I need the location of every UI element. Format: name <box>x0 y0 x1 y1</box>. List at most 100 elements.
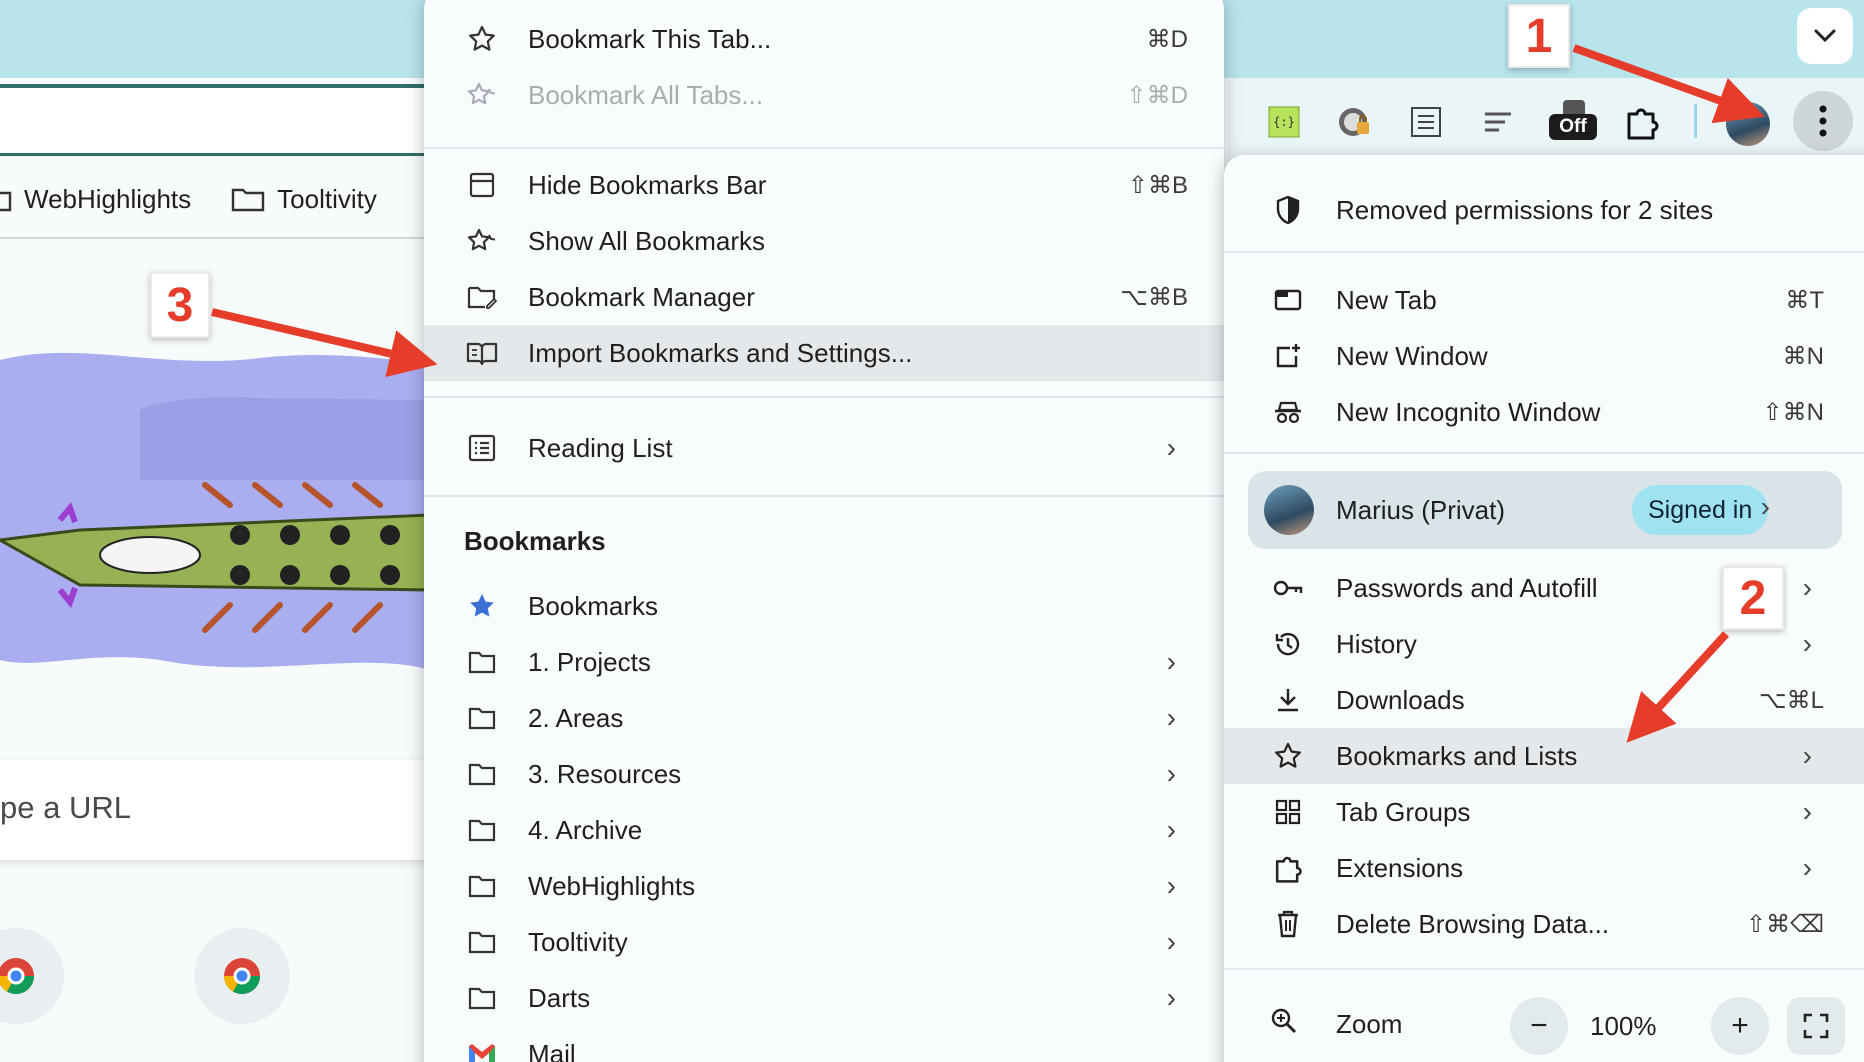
chrome-icon <box>0 958 35 995</box>
new-incognito-window-item[interactable]: New Incognito Window ⇧⌘N <box>1224 384 1864 440</box>
chevron-right-icon: › <box>1166 926 1176 957</box>
menu-label: Tooltivity <box>528 926 628 957</box>
svg-text:{:}: {:} <box>1273 115 1295 129</box>
menu-divider <box>424 147 1224 149</box>
search-box[interactable]: pe a URL <box>0 760 430 860</box>
menu-label: Show All Bookmarks <box>528 225 765 256</box>
bookmark-folder-item[interactable]: Tooltivity › <box>424 914 1224 970</box>
folder-icon <box>464 756 500 792</box>
bookmark-this-tab-item[interactable]: Bookmark This Tab... ⌘D <box>424 11 1224 67</box>
shortcut-tile[interactable] <box>194 928 290 1024</box>
google-doodle[interactable] <box>0 340 430 690</box>
zoom-value: 100% <box>1590 1011 1657 1041</box>
bookmark-folder-item[interactable]: 1. Projects › <box>424 634 1224 690</box>
permissions-item[interactable]: Removed permissions for 2 sites <box>1224 182 1864 238</box>
new-window-icon <box>1270 338 1306 374</box>
bookmarks-submenu: Bookmark This Tab... ⌘D Bookmark All Tab… <box>424 0 1224 1062</box>
annotation-3: 3 <box>150 272 210 338</box>
reader-icon[interactable] <box>1404 100 1448 144</box>
show-all-bookmarks-item[interactable]: Show All Bookmarks <box>424 213 1224 269</box>
menu-label: 1. Projects <box>528 646 651 677</box>
bookmark-all-tabs-item[interactable]: Bookmark All Tabs... ⇧⌘D <box>424 67 1224 123</box>
menu-label: New Tab <box>1336 284 1437 315</box>
chevron-right-icon: › <box>1802 796 1812 827</box>
profile-row[interactable]: Marius (Privat) Signed in › <box>1248 471 1842 549</box>
bookmarks-bar: WebHighlights Tooltivity <box>0 165 430 233</box>
bookmark-folder-item[interactable]: 3. Resources › <box>424 746 1224 802</box>
tab-groups-item[interactable]: Tab Groups › <box>1224 784 1864 840</box>
star-outline-icon <box>464 21 500 57</box>
folder-icon <box>464 700 500 736</box>
shortcut-text: ⌘D <box>1146 25 1188 53</box>
bookmarks-bar-label: Tooltivity <box>277 183 377 214</box>
download-icon <box>1270 682 1306 718</box>
lock-extension-icon[interactable] <box>1333 100 1377 144</box>
bookmark-folder-item[interactable]: 2. Areas › <box>424 690 1224 746</box>
bookmarks-section-title: Bookmarks <box>464 526 606 556</box>
chevron-right-icon: › <box>1166 982 1176 1013</box>
signed-in-badge: Signed in <box>1632 485 1769 535</box>
delete-browsing-data-item[interactable]: Delete Browsing Data... ⇧⌘⌫ <box>1224 896 1864 952</box>
menu-label: Bookmark All Tabs... <box>528 79 764 110</box>
menu-label: 3. Resources <box>528 758 682 789</box>
bookmarks-bar-item[interactable]: WebHighlights <box>0 184 219 215</box>
tab-search-button[interactable] <box>1797 8 1853 64</box>
menu-label: 2. Areas <box>528 702 624 733</box>
bookmarks-bar-item[interactable]: Tooltivity <box>231 184 405 215</box>
menu-label: Bookmarks <box>528 590 659 621</box>
bookmark-folder-item[interactable]: Mail <box>424 1026 1224 1062</box>
json-formatter-icon[interactable]: {:} <box>1262 100 1306 144</box>
bookmark-manager-item[interactable]: Bookmark Manager ⌥⌘B <box>424 269 1224 325</box>
bookmark-folder-item[interactable]: Bookmarks <box>424 578 1224 634</box>
chevron-right-icon: › <box>1802 740 1812 771</box>
folder-icon <box>464 644 500 680</box>
new-window-item[interactable]: New Window ⌘N <box>1224 328 1864 384</box>
menu-label: Tab Groups <box>1336 796 1471 827</box>
search-placeholder: pe a URL <box>0 790 131 825</box>
chevron-right-icon: › <box>1166 646 1176 677</box>
zoom-out-button[interactable]: − <box>1510 997 1568 1055</box>
fullscreen-icon <box>1803 1013 1829 1039</box>
menu-label: Bookmark Manager <box>528 281 755 312</box>
zoom-row: Zoom − 100% + <box>1224 981 1864 1062</box>
menu-label: 4. Archive <box>528 814 643 845</box>
bookmark-folder-item[interactable]: Darts › <box>424 970 1224 1026</box>
off-badge-icon[interactable]: Off <box>1546 100 1600 144</box>
import-bookmarks-item[interactable]: Import Bookmarks and Settings... <box>424 325 1224 381</box>
chevron-right-icon: › <box>1166 758 1176 789</box>
downloads-item[interactable]: Downloads ⌥⌘L <box>1224 672 1864 728</box>
chevron-right-icon: › <box>1166 432 1176 463</box>
profile-name: Marius (Privat) <box>1336 495 1506 525</box>
puzzle-icon[interactable] <box>1620 100 1664 144</box>
menu-divider <box>1224 251 1864 253</box>
folder-icon <box>464 924 500 960</box>
shortcut-text: ⇧⌘D <box>1126 81 1188 109</box>
shield-icon <box>1270 192 1306 228</box>
chevron-right-icon: › <box>1760 491 1770 522</box>
new-tab-item[interactable]: New Tab ⌘T <box>1224 272 1864 328</box>
extensions-item[interactable]: Extensions › <box>1224 840 1864 896</box>
chevron-right-icon: › <box>1166 870 1176 901</box>
menu-label: Removed permissions for 2 sites <box>1336 194 1714 225</box>
reading-list-item[interactable]: Reading List › <box>424 420 1224 476</box>
fullscreen-button[interactable] <box>1787 997 1845 1055</box>
star-outline-icon <box>1270 738 1306 774</box>
chevron-right-icon: › <box>1166 702 1176 733</box>
list-icon[interactable] <box>1476 100 1520 144</box>
menu-label: Reading List <box>528 432 673 463</box>
puzzle-icon <box>1270 850 1306 886</box>
shortcut-text: ⌥⌘B <box>1120 283 1188 311</box>
bookmark-folder-item[interactable]: WebHighlights › <box>424 858 1224 914</box>
hide-bookmarks-bar-item[interactable]: Hide Bookmarks Bar ⇧⌘B <box>424 157 1224 213</box>
shortcut-text: ⇧⌘N <box>1762 398 1824 426</box>
folder-icon <box>464 868 500 904</box>
menu-label: New Incognito Window <box>1336 396 1601 427</box>
kebab-menu-button[interactable] <box>1793 91 1853 151</box>
profile-avatar-icon[interactable] <box>1726 102 1770 146</box>
shortcut-text: ⇧⌘B <box>1127 171 1188 199</box>
zoom-in-button[interactable]: + <box>1711 997 1769 1055</box>
bookmarks-and-lists-item[interactable]: Bookmarks and Lists › <box>1224 728 1864 784</box>
bookmark-folder-item[interactable]: 4. Archive › <box>424 802 1224 858</box>
stars-icon <box>464 223 500 259</box>
address-bar[interactable] <box>0 84 430 156</box>
